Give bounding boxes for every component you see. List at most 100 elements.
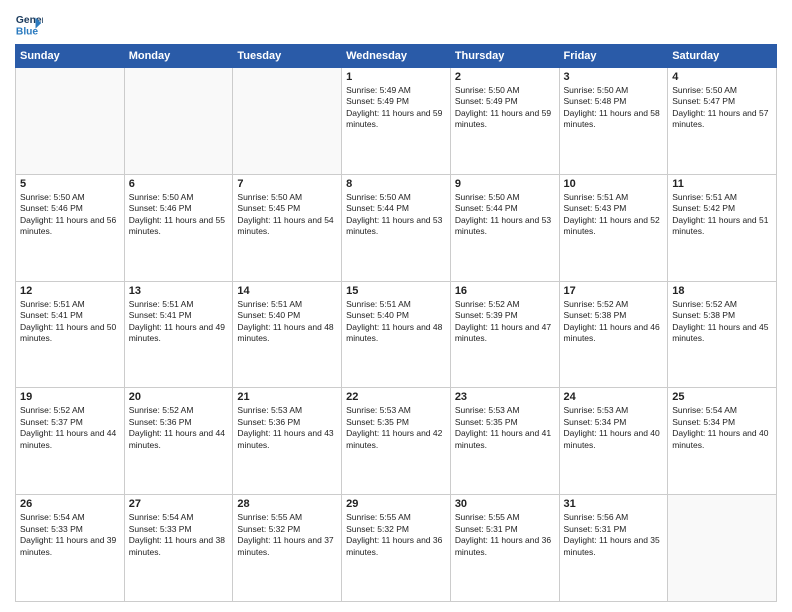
day-number: 19 <box>20 391 120 403</box>
day-detail: Sunrise: 5:50 AM Sunset: 5:48 PM Dayligh… <box>564 85 664 131</box>
logo: General Blue <box>15 10 43 38</box>
day-number: 7 <box>237 178 337 190</box>
day-detail: Sunrise: 5:52 AM Sunset: 5:38 PM Dayligh… <box>564 299 664 345</box>
day-number: 17 <box>564 285 664 297</box>
day-detail: Sunrise: 5:50 AM Sunset: 5:44 PM Dayligh… <box>346 192 446 238</box>
calendar-cell: 19 Sunrise: 5:52 AM Sunset: 5:37 PM Dayli… <box>16 388 125 495</box>
calendar-cell: 27Sunrise: 5:54 AM Sunset: 5:33 PM Dayli… <box>124 495 233 602</box>
day-number: 6 <box>129 178 229 190</box>
day-detail: Sunrise: 5:51 AM Sunset: 5:40 PM Dayligh… <box>237 299 337 345</box>
calendar-cell: 4 Sunrise: 5:50 AM Sunset: 5:47 PM Daylig… <box>668 68 777 175</box>
calendar-cell: 3 Sunrise: 5:50 AM Sunset: 5:48 PM Daylig… <box>559 68 668 175</box>
day-detail: Sunrise: 5:53 AM Sunset: 5:35 PM Dayligh… <box>455 405 555 451</box>
calendar-cell: 25Sunrise: 5:54 AM Sunset: 5:34 PM Dayli… <box>668 388 777 495</box>
calendar-cell: 17 Sunrise: 5:52 AM Sunset: 5:38 PM Dayli… <box>559 281 668 388</box>
calendar-cell <box>233 68 342 175</box>
calendar-cell: 5 Sunrise: 5:50 AM Sunset: 5:46 PM Daylig… <box>16 174 125 281</box>
weekday-header-thursday: Thursday <box>450 45 559 68</box>
day-number: 29 <box>346 498 446 510</box>
day-detail: Sunrise: 5:50 AM Sunset: 5:44 PM Dayligh… <box>455 192 555 238</box>
weekday-header-wednesday: Wednesday <box>342 45 451 68</box>
calendar-cell: 30 Sunrise: 5:55 AM Sunset: 5:31 PM Dayli… <box>450 495 559 602</box>
calendar-cell: 29 Sunrise: 5:55 AM Sunset: 5:32 PM Dayli… <box>342 495 451 602</box>
day-detail: Sunrise: 5:51 AM Sunset: 5:42 PM Dayligh… <box>672 192 772 238</box>
day-number: 31 <box>564 498 664 510</box>
day-detail: Sunrise: 5:54 AM Sunset: 5:33 PM Dayligh… <box>129 512 229 558</box>
calendar-table: SundayMondayTuesdayWednesdayThursdayFrid… <box>15 44 777 602</box>
day-number: 3 <box>564 71 664 83</box>
calendar-cell: 9 Sunrise: 5:50 AM Sunset: 5:44 PM Daylig… <box>450 174 559 281</box>
day-number: 21 <box>237 391 337 403</box>
day-detail: Sunrise: 5:54 AM Sunset: 5:33 PM Dayligh… <box>20 512 120 558</box>
day-number: 12 <box>20 285 120 297</box>
calendar-cell: 24 Sunrise: 5:53 AM Sunset: 5:34 PM Dayli… <box>559 388 668 495</box>
calendar-cell: 28 Sunrise: 5:55 AM Sunset: 5:32 PM Dayli… <box>233 495 342 602</box>
day-number: 5 <box>20 178 120 190</box>
page: General Blue SundayMondayTuesdayWednesda… <box>0 0 792 612</box>
day-number: 1 <box>346 71 446 83</box>
day-detail: Sunrise: 5:50 AM Sunset: 5:46 PM Dayligh… <box>129 192 229 238</box>
svg-text:Blue: Blue <box>16 26 39 37</box>
day-detail: Sunrise: 5:51 AM Sunset: 5:41 PM Dayligh… <box>20 299 120 345</box>
calendar-cell: 20Sunrise: 5:52 AM Sunset: 5:36 PM Dayli… <box>124 388 233 495</box>
day-number: 9 <box>455 178 555 190</box>
day-number: 8 <box>346 178 446 190</box>
day-number: 24 <box>564 391 664 403</box>
calendar-week-2: 5 Sunrise: 5:50 AM Sunset: 5:46 PM Daylig… <box>16 174 777 281</box>
calendar-week-5: 26 Sunrise: 5:54 AM Sunset: 5:33 PM Dayli… <box>16 495 777 602</box>
day-detail: Sunrise: 5:51 AM Sunset: 5:41 PM Dayligh… <box>129 299 229 345</box>
day-detail: Sunrise: 5:53 AM Sunset: 5:35 PM Dayligh… <box>346 405 446 451</box>
calendar-cell: 23 Sunrise: 5:53 AM Sunset: 5:35 PM Dayli… <box>450 388 559 495</box>
day-number: 14 <box>237 285 337 297</box>
day-detail: Sunrise: 5:52 AM Sunset: 5:39 PM Dayligh… <box>455 299 555 345</box>
calendar-cell: 15 Sunrise: 5:51 AM Sunset: 5:40 PM Dayli… <box>342 281 451 388</box>
day-detail: Sunrise: 5:50 AM Sunset: 5:45 PM Dayligh… <box>237 192 337 238</box>
calendar-cell: 7 Sunrise: 5:50 AM Sunset: 5:45 PM Daylig… <box>233 174 342 281</box>
day-detail: Sunrise: 5:50 AM Sunset: 5:47 PM Dayligh… <box>672 85 772 131</box>
day-detail: Sunrise: 5:53 AM Sunset: 5:34 PM Dayligh… <box>564 405 664 451</box>
calendar-cell: 22Sunrise: 5:53 AM Sunset: 5:35 PM Dayli… <box>342 388 451 495</box>
calendar-cell <box>16 68 125 175</box>
day-detail: Sunrise: 5:52 AM Sunset: 5:38 PM Dayligh… <box>672 299 772 345</box>
day-detail: Sunrise: 5:55 AM Sunset: 5:31 PM Dayligh… <box>455 512 555 558</box>
weekday-header-monday: Monday <box>124 45 233 68</box>
day-number: 10 <box>564 178 664 190</box>
day-number: 26 <box>20 498 120 510</box>
calendar-cell: 1 Sunrise: 5:49 AM Sunset: 5:49 PM Daylig… <box>342 68 451 175</box>
day-detail: Sunrise: 5:49 AM Sunset: 5:49 PM Dayligh… <box>346 85 446 131</box>
day-detail: Sunrise: 5:51 AM Sunset: 5:40 PM Dayligh… <box>346 299 446 345</box>
calendar-cell: 10 Sunrise: 5:51 AM Sunset: 5:43 PM Dayli… <box>559 174 668 281</box>
calendar-cell: 13Sunrise: 5:51 AM Sunset: 5:41 PM Dayli… <box>124 281 233 388</box>
day-number: 20 <box>129 391 229 403</box>
day-number: 23 <box>455 391 555 403</box>
calendar-cell: 31 Sunrise: 5:56 AM Sunset: 5:31 PM Dayli… <box>559 495 668 602</box>
day-number: 25 <box>672 391 772 403</box>
day-detail: Sunrise: 5:50 AM Sunset: 5:46 PM Dayligh… <box>20 192 120 238</box>
calendar-cell: 6 Sunrise: 5:50 AM Sunset: 5:46 PM Daylig… <box>124 174 233 281</box>
day-detail: Sunrise: 5:55 AM Sunset: 5:32 PM Dayligh… <box>346 512 446 558</box>
day-detail: Sunrise: 5:51 AM Sunset: 5:43 PM Dayligh… <box>564 192 664 238</box>
calendar-cell: 2 Sunrise: 5:50 AM Sunset: 5:49 PM Daylig… <box>450 68 559 175</box>
day-detail: Sunrise: 5:56 AM Sunset: 5:31 PM Dayligh… <box>564 512 664 558</box>
calendar-cell: 21 Sunrise: 5:53 AM Sunset: 5:36 PM Dayli… <box>233 388 342 495</box>
day-detail: Sunrise: 5:52 AM Sunset: 5:37 PM Dayligh… <box>20 405 120 451</box>
calendar-week-3: 12 Sunrise: 5:51 AM Sunset: 5:41 PM Dayli… <box>16 281 777 388</box>
day-number: 16 <box>455 285 555 297</box>
header: General Blue <box>15 10 777 38</box>
weekday-header-tuesday: Tuesday <box>233 45 342 68</box>
day-number: 28 <box>237 498 337 510</box>
calendar-cell <box>124 68 233 175</box>
day-number: 11 <box>672 178 772 190</box>
weekday-header-sunday: Sunday <box>16 45 125 68</box>
day-number: 2 <box>455 71 555 83</box>
day-number: 15 <box>346 285 446 297</box>
day-detail: Sunrise: 5:55 AM Sunset: 5:32 PM Dayligh… <box>237 512 337 558</box>
day-detail: Sunrise: 5:50 AM Sunset: 5:49 PM Dayligh… <box>455 85 555 131</box>
day-number: 4 <box>672 71 772 83</box>
calendar-week-1: 1 Sunrise: 5:49 AM Sunset: 5:49 PM Daylig… <box>16 68 777 175</box>
calendar-cell: 26 Sunrise: 5:54 AM Sunset: 5:33 PM Dayli… <box>16 495 125 602</box>
calendar-cell: 12 Sunrise: 5:51 AM Sunset: 5:41 PM Dayli… <box>16 281 125 388</box>
calendar-cell <box>668 495 777 602</box>
day-detail: Sunrise: 5:53 AM Sunset: 5:36 PM Dayligh… <box>237 405 337 451</box>
day-number: 30 <box>455 498 555 510</box>
